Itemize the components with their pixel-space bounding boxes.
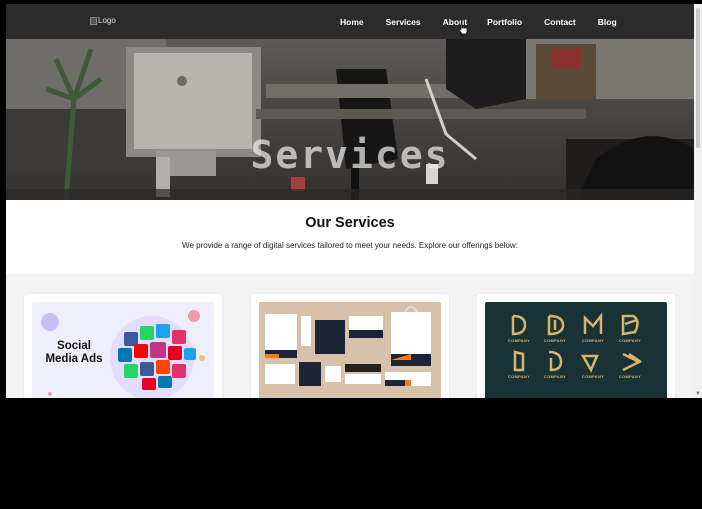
logo-caption: COMPANY <box>507 374 531 379</box>
nav-link-home[interactable]: Home <box>340 17 364 27</box>
browser-viewport: Logo Home Services About Portfolio Conta… <box>6 4 694 398</box>
hero-title: Services <box>250 133 450 177</box>
logo-collection-icon <box>511 312 642 373</box>
section-subtitle: We provide a range of digital services t… <box>182 241 518 250</box>
scroll-down-arrow-icon[interactable]: ▼ <box>695 391 701 397</box>
branding-stationery-image <box>259 302 441 398</box>
social-media-ads-image: Social Media Ads <box>32 302 214 398</box>
broken-image-icon <box>90 16 97 25</box>
logo-collection-image: COMPANY COMPANY COMPANY COMPANY COMPANY … <box>485 302 667 398</box>
nav-link-blog[interactable]: Blog <box>598 17 617 27</box>
hand-cursor-icon <box>458 22 468 35</box>
image-text-line1: Social <box>57 340 91 352</box>
hero-banner: Services <box>6 39 694 200</box>
top-navbar: Logo Home Services About Portfolio Conta… <box>6 4 694 39</box>
logo-caption: COMPANY <box>618 374 642 379</box>
nav-link-contact[interactable]: Contact <box>544 17 576 27</box>
scrollbar-thumb[interactable] <box>696 8 700 148</box>
section-heading: Our Services <box>305 215 395 231</box>
service-card-social-media-ads[interactable]: Social Media Ads <box>24 294 222 398</box>
nav-link-services[interactable]: Services <box>386 17 421 27</box>
logo-caption: COMPANY <box>581 338 605 343</box>
logo-caption: COMPANY <box>618 338 642 343</box>
nav-menu: Home Services About Portfolio Contact Bl… <box>340 4 617 39</box>
service-card-branding[interactable] <box>251 294 449 398</box>
logo-caption: COMPANY <box>507 338 531 343</box>
branding-stationery-icon <box>265 306 431 386</box>
site-logo[interactable]: Logo <box>90 16 116 25</box>
image-text-line2: Media Ads <box>45 353 103 365</box>
logo-caption: COMPANY <box>581 374 605 379</box>
social-media-ads-text: Social Media Ads <box>44 340 104 366</box>
logo-caption: COMPANY <box>543 374 567 379</box>
logo-caption: COMPANY <box>543 338 567 343</box>
nav-link-portfolio[interactable]: Portfolio <box>487 17 522 27</box>
vertical-scrollbar[interactable]: ▼ <box>694 4 702 398</box>
service-card-logo-design[interactable]: COMPANY COMPANY COMPANY COMPANY COMPANY … <box>477 294 675 398</box>
logo-alt-text: Logo <box>98 16 116 25</box>
